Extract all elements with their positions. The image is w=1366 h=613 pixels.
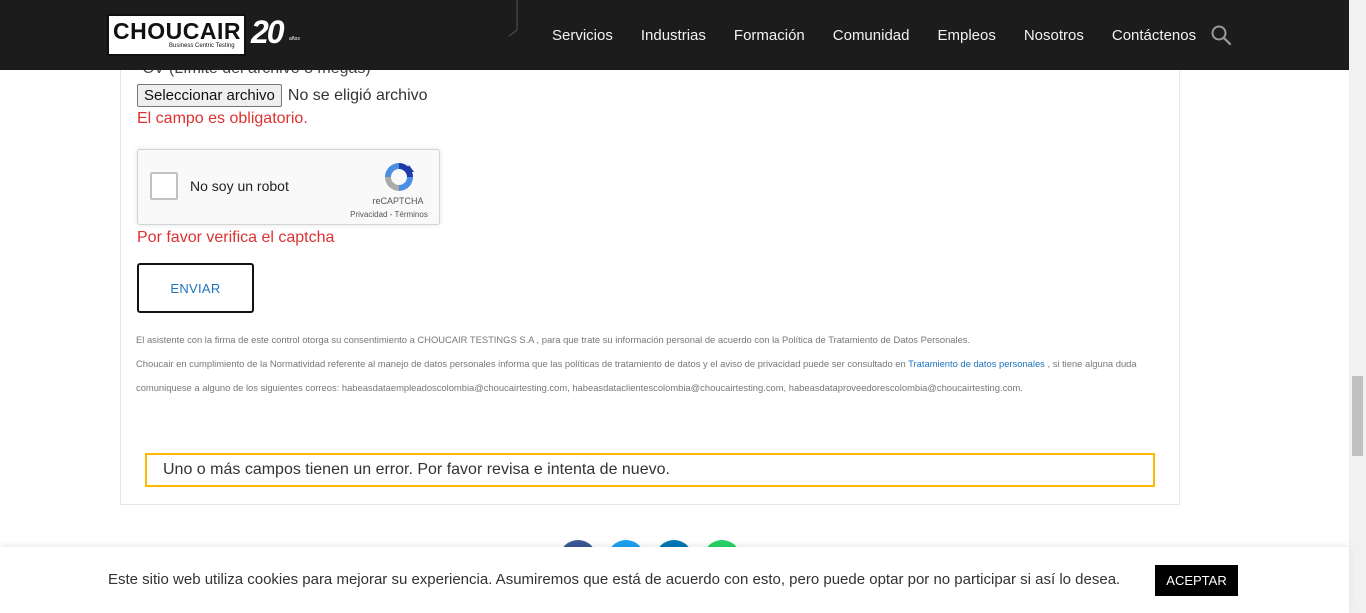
legal-notice: El asistente con la firma de este contro… xyxy=(136,328,1166,400)
captcha-error-message: Por favor verifica el captcha xyxy=(137,229,335,246)
site-header: CHOUCAIR Business Centric Testing 20 año… xyxy=(0,0,1349,70)
nav-item-empleos[interactable]: Empleos xyxy=(923,27,1009,44)
recaptcha-privacy-link[interactable]: Privacidad xyxy=(350,210,387,219)
file-error-message: El campo es obligatorio. xyxy=(137,110,308,127)
recaptcha-links: Privacidad - Términos xyxy=(344,210,434,219)
select-file-button[interactable]: Seleccionar archivo xyxy=(137,84,282,107)
logo-anniversary: 20 xyxy=(251,14,285,50)
recaptcha-icon xyxy=(385,163,414,191)
nav-item-formacion[interactable]: Formación xyxy=(720,27,819,44)
recaptcha-widget: No soy un robot reCAPTCHA Privacidad - T… xyxy=(137,149,440,225)
main-nav: Servicios Industrias Formación Comunidad… xyxy=(538,0,1210,70)
form-card xyxy=(120,70,1180,505)
file-upload: Seleccionar archivo No se eligió archivo xyxy=(137,84,428,107)
nav-item-comunidad[interactable]: Comunidad xyxy=(819,27,924,44)
logo-box: CHOUCAIR Business Centric Testing xyxy=(107,14,246,56)
submit-button[interactable]: ENVIAR xyxy=(137,263,254,313)
recaptcha-terms-link[interactable]: Términos xyxy=(394,210,427,219)
privacy-policy-link[interactable]: Tratamiento de datos personales xyxy=(908,358,1045,369)
recaptcha-brand: reCAPTCHA xyxy=(372,196,424,206)
scrollbar-thumb[interactable] xyxy=(1352,376,1363,456)
legal-consent-text: El asistente con la firma de este contro… xyxy=(136,334,971,345)
nav-item-nosotros[interactable]: Nosotros xyxy=(1010,27,1098,44)
nav-item-servicios[interactable]: Servicios xyxy=(538,27,627,44)
logo-text: CHOUCAIR xyxy=(113,18,241,44)
search-icon[interactable] xyxy=(1210,24,1232,46)
choucair-logo[interactable]: CHOUCAIR Business Centric Testing 20 año… xyxy=(107,14,303,56)
cookie-banner: Este sitio web utiliza cookies para mejo… xyxy=(0,547,1349,613)
nav-item-contactenos[interactable]: Contáctenos xyxy=(1098,27,1210,44)
accept-cookies-button[interactable]: ACEPTAR xyxy=(1155,565,1238,596)
cookie-message: Este sitio web utiliza cookies para mejo… xyxy=(108,571,1121,588)
recaptcha-checkbox[interactable] xyxy=(150,172,178,200)
recaptcha-label: No soy un robot xyxy=(190,178,289,194)
file-status: No se eligió archivo xyxy=(287,86,428,104)
legal-privacy-text: Choucair en cumplimiento de la Normativi… xyxy=(136,352,1166,400)
legal-privacy-pre: Choucair en cumplimiento de la Normativi… xyxy=(136,358,909,369)
logo-anniversary-sub: años xyxy=(289,36,300,42)
logo-tagline: Business Centric Testing xyxy=(169,43,235,49)
decorative-line xyxy=(508,0,518,37)
form-error-alert: Uno o más campos tienen un error. Por fa… xyxy=(145,453,1155,487)
nav-item-industrias[interactable]: Industrias xyxy=(627,27,720,44)
page-scrollbar[interactable] xyxy=(1349,0,1366,613)
